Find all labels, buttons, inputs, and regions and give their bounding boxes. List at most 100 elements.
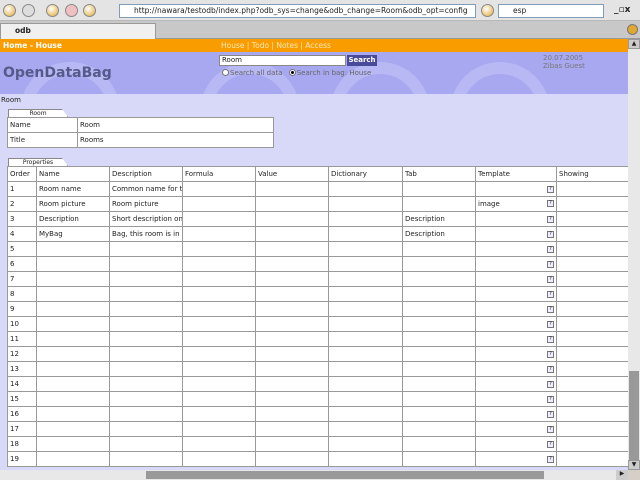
cell-name[interactable] — [36, 436, 110, 452]
cell-description[interactable] — [109, 316, 183, 332]
cell-tab[interactable] — [402, 391, 476, 407]
cell-name[interactable] — [36, 421, 110, 437]
cell-formula[interactable] — [182, 211, 256, 227]
search-input[interactable]: Room — [219, 55, 346, 66]
cell-tab[interactable] — [402, 196, 476, 212]
cell-tab[interactable]: Description — [402, 211, 476, 227]
cell-formula[interactable] — [182, 436, 256, 452]
cell-formula[interactable] — [182, 256, 256, 272]
scrollbar-thumb[interactable] — [629, 371, 639, 461]
breadcrumb[interactable]: Home - House — [3, 39, 62, 52]
help-icon[interactable]: ? — [547, 200, 554, 207]
cell-description[interactable] — [109, 301, 183, 317]
cell-showing[interactable]: ? — [556, 421, 628, 437]
cell-showing[interactable]: ? — [556, 301, 628, 317]
vertical-scrollbar[interactable]: ▲ ▼ — [628, 39, 640, 470]
title-field[interactable]: Rooms — [77, 132, 274, 148]
cell-dictionary[interactable] — [328, 406, 403, 422]
cell-description[interactable]: Bag, this room is in - s — [109, 226, 183, 242]
cell-description[interactable] — [109, 391, 183, 407]
cell-template[interactable]: ? — [475, 226, 557, 242]
cell-showing[interactable]: ? — [556, 346, 628, 362]
help-icon[interactable]: ? — [547, 395, 554, 403]
forward-icon[interactable] — [22, 4, 35, 17]
help-icon[interactable]: ? — [547, 215, 554, 223]
cell-dictionary[interactable] — [328, 376, 403, 392]
cell-dictionary[interactable] — [328, 361, 403, 377]
cell-template[interactable]: ? image — [475, 196, 557, 212]
cell-dictionary[interactable] — [328, 286, 403, 302]
cell-tab[interactable] — [402, 241, 476, 257]
cell-value[interactable] — [255, 226, 329, 242]
cell-template[interactable]: ? — [475, 241, 557, 257]
cell-formula[interactable] — [182, 331, 256, 347]
cell-template[interactable]: ? — [475, 316, 557, 332]
cell-dictionary[interactable] — [328, 256, 403, 272]
help-icon[interactable]: ? — [547, 455, 554, 463]
cell-showing[interactable]: ? — [556, 226, 628, 242]
cell-showing[interactable]: ? — [556, 451, 628, 467]
cell-template[interactable]: ? — [475, 346, 557, 362]
cell-dictionary[interactable] — [328, 316, 403, 332]
help-icon[interactable]: ? — [547, 320, 554, 328]
cell-showing[interactable]: ? — [556, 196, 628, 212]
help-icon[interactable]: ? — [547, 185, 554, 193]
cell-order[interactable]: 10 — [7, 316, 37, 332]
cell-tab[interactable] — [402, 301, 476, 317]
cell-value[interactable] — [255, 436, 329, 452]
cell-name[interactable] — [36, 361, 110, 377]
cell-template[interactable]: ? — [475, 451, 557, 467]
radio-search-all[interactable] — [222, 69, 229, 76]
cell-dictionary[interactable] — [328, 271, 403, 287]
cell-description[interactable] — [109, 271, 183, 287]
cell-showing[interactable]: ? — [556, 376, 628, 392]
help-icon[interactable]: ? — [547, 380, 554, 388]
help-icon[interactable]: ? — [547, 275, 554, 283]
cell-dictionary[interactable] — [328, 436, 403, 452]
cell-description[interactable] — [109, 331, 183, 347]
cell-template[interactable]: ? — [475, 301, 557, 317]
cell-showing[interactable]: ? — [556, 406, 628, 422]
cell-name[interactable] — [36, 271, 110, 287]
cell-formula[interactable] — [182, 361, 256, 377]
cell-order[interactable]: 13 — [7, 361, 37, 377]
cell-name[interactable]: Description — [36, 211, 110, 227]
cell-formula[interactable] — [182, 286, 256, 302]
cell-name[interactable] — [36, 451, 110, 467]
browser-search-input[interactable]: esp — [498, 4, 604, 18]
cell-formula[interactable] — [182, 391, 256, 407]
cell-template[interactable]: ? — [475, 376, 557, 392]
cell-description[interactable] — [109, 346, 183, 362]
cell-tab[interactable] — [402, 436, 476, 452]
help-icon[interactable]: ? — [547, 290, 554, 298]
cell-description[interactable] — [109, 256, 183, 272]
cell-tab[interactable] — [402, 331, 476, 347]
cell-template[interactable]: ? — [475, 406, 557, 422]
cell-tab[interactable] — [402, 181, 476, 197]
cell-value[interactable] — [255, 286, 329, 302]
cell-order[interactable]: 7 — [7, 271, 37, 287]
cell-template[interactable]: ? — [475, 421, 557, 437]
tab-odb[interactable]: odb — [0, 23, 156, 39]
cell-dictionary[interactable] — [328, 421, 403, 437]
cell-order[interactable]: 18 — [7, 436, 37, 452]
reload-icon[interactable] — [46, 4, 59, 17]
cell-dictionary[interactable] — [328, 226, 403, 242]
help-icon[interactable]: ? — [547, 305, 554, 313]
cell-showing[interactable]: ? — [556, 316, 628, 332]
cell-tab[interactable] — [402, 406, 476, 422]
cell-showing[interactable]: ? — [556, 271, 628, 287]
cell-showing[interactable]: ? — [556, 391, 628, 407]
go-icon[interactable] — [481, 4, 494, 17]
cell-description[interactable] — [109, 421, 183, 437]
scroll-down-icon[interactable]: ▼ — [628, 460, 640, 470]
cell-name[interactable] — [36, 391, 110, 407]
cell-showing[interactable]: ? — [556, 211, 628, 227]
cell-dictionary[interactable] — [328, 301, 403, 317]
cell-value[interactable] — [255, 211, 329, 227]
cell-value[interactable] — [255, 256, 329, 272]
cell-description[interactable]: Room picture — [109, 196, 183, 212]
cell-dictionary[interactable] — [328, 391, 403, 407]
cell-tab[interactable]: Description — [402, 226, 476, 242]
name-field[interactable]: Room — [77, 117, 274, 133]
